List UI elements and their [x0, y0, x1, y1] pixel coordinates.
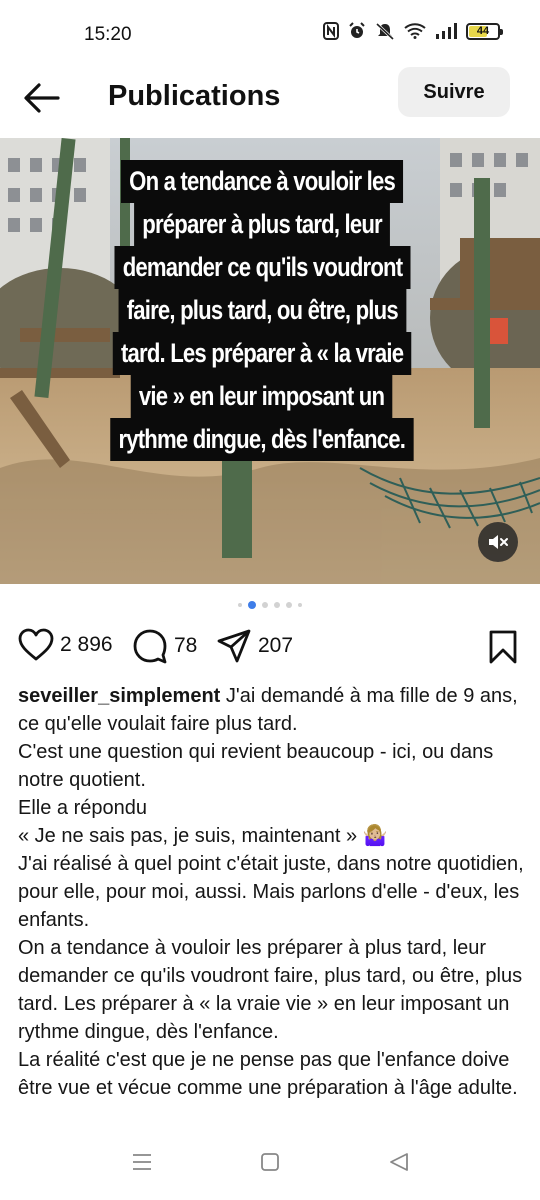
like-count: 2 896 — [60, 633, 113, 656]
action-bar: 2 896 78 207 — [0, 628, 540, 672]
overlay-line: demander ce qu'ils voudront — [114, 246, 411, 289]
signal-icon — [436, 23, 457, 39]
caption-text: Elle a répondu — [18, 797, 147, 819]
menu-lines-icon — [133, 1154, 151, 1170]
mute-button[interactable] — [478, 522, 518, 562]
save-button[interactable] — [488, 630, 518, 669]
overlay-quote: On a tendance à vouloir les préparer à p… — [82, 160, 442, 461]
wifi-icon — [404, 23, 426, 39]
status-bar: 15:20 44 — [0, 0, 540, 68]
overlay-line: faire, plus tard, ou être, plus — [118, 289, 406, 332]
overlay-line: On a tendance à vouloir les — [120, 160, 404, 203]
page-title: Publications — [108, 80, 281, 112]
status-icons: 44 — [323, 22, 503, 40]
silent-icon — [375, 22, 395, 40]
post-caption: seveiller_simplement J'ai demandé à ma f… — [18, 682, 524, 1102]
back-button[interactable] — [22, 80, 62, 116]
overlay-line: rythme dingue, dès l'enfance. — [110, 418, 414, 461]
send-icon — [217, 629, 251, 663]
caption-text: « Je ne sais pas, je suis, maintenant » … — [18, 825, 388, 847]
back-triangle-icon — [390, 1153, 408, 1171]
post-image[interactable]: On a tendance à vouloir les préparer à p… — [0, 138, 540, 584]
carousel-dot — [238, 603, 242, 607]
caption-text: C'est une question qui revient beaucoup … — [18, 741, 494, 791]
home-square-icon — [261, 1153, 279, 1171]
caption-text: J'ai réalisé à quel point c'était juste,… — [18, 853, 524, 931]
heart-icon — [18, 628, 54, 661]
bookmark-icon — [489, 630, 517, 664]
nfc-icon — [323, 22, 339, 40]
back-nav-button[interactable] — [388, 1152, 410, 1177]
recent-apps-button[interactable] — [131, 1152, 153, 1177]
carousel-dot — [286, 602, 292, 608]
overlay-line: vie » en leur imposant un — [131, 375, 393, 418]
battery-level: 44 — [476, 25, 490, 37]
speaker-muted-icon — [489, 535, 508, 549]
caption-first-paragraph: seveiller_simplement J'ai demandé à ma f… — [18, 682, 524, 738]
like-button[interactable]: 2 896 — [18, 628, 113, 662]
comment-button[interactable]: 78 — [132, 628, 197, 664]
carousel-dot-active — [248, 601, 256, 609]
overlay-line: tard. Les préparer à « la vraie — [112, 332, 412, 375]
share-button[interactable]: 207 — [216, 628, 293, 664]
alarm-icon — [349, 22, 365, 38]
header: Publications Suivre — [0, 62, 540, 134]
carousel-dot — [274, 602, 280, 608]
comment-icon — [133, 629, 167, 664]
follow-button[interactable]: Suivre — [398, 67, 510, 117]
caption-username[interactable]: seveiller_simplement — [18, 685, 220, 707]
carousel-dot — [298, 603, 302, 607]
share-count: 207 — [258, 634, 294, 657]
carousel-indicator — [0, 601, 540, 609]
comment-count: 78 — [174, 634, 198, 657]
caption-text: On a tendance à vouloir les préparer à p… — [18, 937, 523, 1043]
status-time: 15:20 — [84, 24, 132, 45]
battery-icon: 44 — [466, 22, 503, 40]
back-arrow-icon — [24, 83, 60, 113]
home-button[interactable] — [260, 1152, 280, 1177]
caption-text: La réalité c'est que je ne pense pas que… — [18, 1049, 518, 1099]
overlay-line: préparer à plus tard, leur — [134, 203, 390, 246]
carousel-dot — [262, 602, 268, 608]
system-nav-bar — [0, 1140, 540, 1200]
